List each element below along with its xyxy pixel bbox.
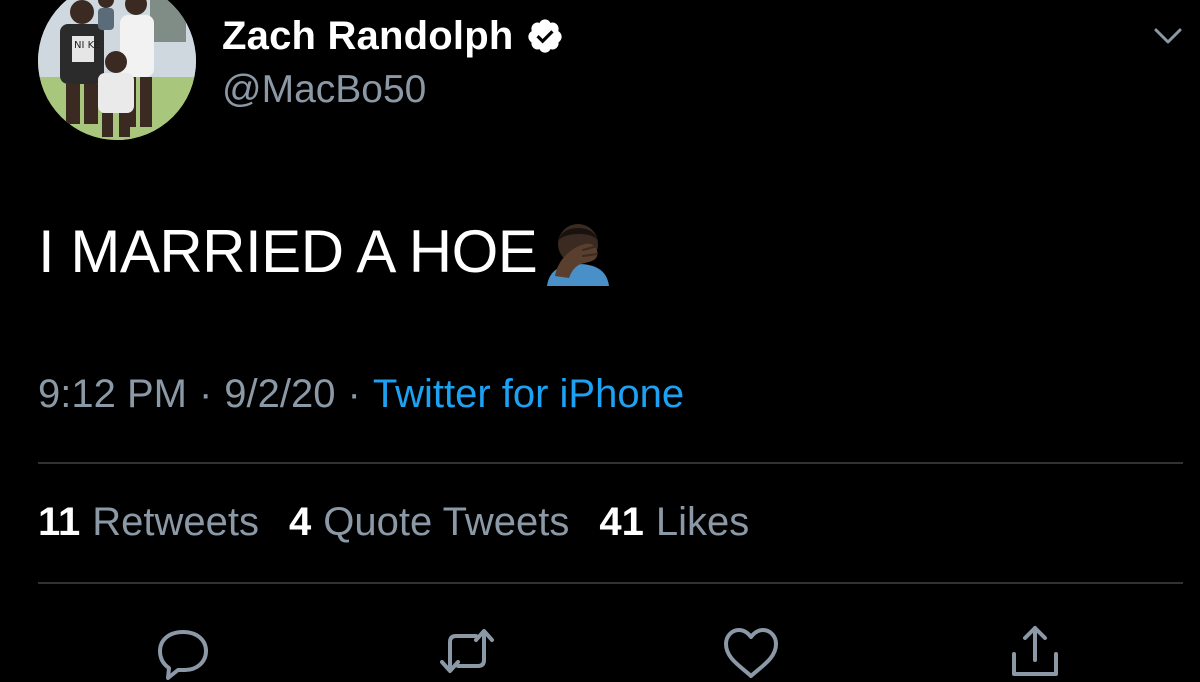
avatar[interactable]: NI KE	[38, 0, 196, 140]
avatar-photo: NI KE	[38, 0, 196, 140]
chevron-down-icon[interactable]	[1148, 16, 1188, 56]
quote-tweets-label: Quote Tweets	[323, 500, 570, 544]
tweet-actions	[0, 612, 1200, 680]
divider	[38, 582, 1183, 584]
verified-badge-icon	[526, 17, 564, 55]
author-handle[interactable]: @MacBo50	[222, 68, 426, 112]
retweets-stat[interactable]: 11 Retweets	[38, 500, 259, 545]
meta-separator: ·	[198, 372, 213, 416]
tweet-text-content: I MARRIED A HOE	[38, 217, 538, 285]
retweets-count: 11	[38, 500, 81, 544]
tweet-source-link[interactable]: Twitter for iPhone	[373, 372, 684, 417]
meta-separator: ·	[347, 372, 361, 416]
tweet-meta: 9:12 PM · 9/2/20 · Twitter for iPhone	[38, 372, 684, 417]
likes-count: 41	[599, 500, 644, 544]
author-display-name[interactable]: Zach Randolph	[222, 14, 514, 59]
tweet: NI KE Zach Randolph @MacBo50 I MARRIED A…	[0, 0, 1200, 680]
likes-stat[interactable]: 41 Likes	[599, 500, 749, 545]
facepalm-icon	[541, 214, 615, 288]
author-name-row: Zach Randolph	[222, 10, 564, 62]
share-icon[interactable]	[1004, 620, 1066, 682]
retweets-label: Retweets	[92, 500, 260, 544]
tweet-date[interactable]: 9/2/20	[224, 372, 335, 417]
divider	[38, 462, 1183, 464]
retweet-icon[interactable]	[436, 620, 498, 682]
reply-icon[interactable]	[152, 620, 214, 682]
like-icon[interactable]	[720, 620, 782, 682]
avatar-shirt-text: NI KE	[74, 40, 100, 51]
quote-tweets-stat[interactable]: 4 Quote Tweets	[289, 500, 569, 545]
tweet-text: I MARRIED A HOE	[38, 214, 615, 288]
tweet-time: 9:12 PM	[38, 372, 187, 416]
quote-tweets-count: 4	[289, 500, 312, 544]
tweet-stats: 11 Retweets 4 Quote Tweets 41 Likes	[38, 500, 779, 545]
likes-label: Likes	[655, 500, 750, 544]
